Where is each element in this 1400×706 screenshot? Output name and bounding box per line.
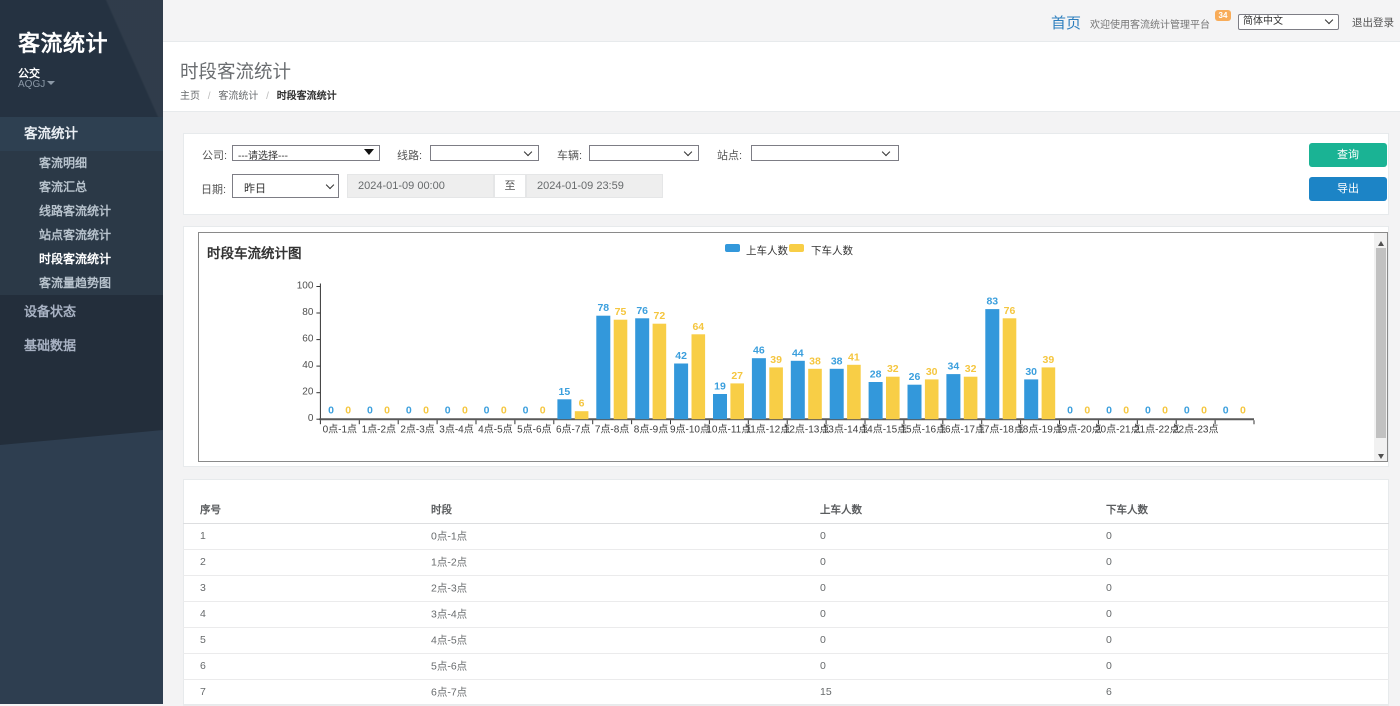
svg-text:42: 42 [675,350,687,362]
svg-text:0: 0 [1184,405,1190,417]
svg-text:76: 76 [636,305,648,317]
svg-text:30: 30 [1025,366,1037,378]
svg-text:9点-10点: 9点-10点 [670,424,710,436]
svg-text:34: 34 [948,361,960,373]
svg-text:0点-1点: 0点-1点 [323,424,357,436]
svg-text:20: 20 [302,387,314,398]
svg-text:83: 83 [986,296,998,308]
svg-text:41: 41 [848,351,860,363]
svg-text:6点-7点: 6点-7点 [556,424,590,436]
svg-text:0: 0 [1123,405,1129,417]
svg-text:39: 39 [1043,354,1055,366]
svg-text:64: 64 [692,321,704,333]
svg-text:32: 32 [887,363,899,375]
svg-text:38: 38 [831,355,843,367]
svg-text:44: 44 [792,347,804,359]
svg-text:0: 0 [1240,405,1246,417]
svg-text:76: 76 [1004,305,1016,317]
svg-text:0: 0 [540,405,546,417]
svg-text:72: 72 [654,310,666,322]
svg-text:28: 28 [870,369,882,381]
svg-text:32: 32 [965,363,977,375]
svg-text:22点-23点: 22点-23点 [1173,424,1219,436]
svg-text:19: 19 [714,381,726,393]
svg-text:1点-2点: 1点-2点 [362,424,396,436]
svg-text:78: 78 [597,302,609,314]
svg-text:8点-9点: 8点-9点 [634,424,668,436]
svg-text:80: 80 [302,307,314,318]
svg-text:4点-5点: 4点-5点 [478,424,512,436]
svg-text:5点-6点: 5点-6点 [517,424,551,436]
svg-text:0: 0 [445,405,451,417]
svg-text:0: 0 [1067,405,1073,417]
svg-text:7点-8点: 7点-8点 [595,424,629,436]
svg-text:0: 0 [1162,405,1168,417]
svg-text:0: 0 [462,405,468,417]
svg-text:30: 30 [926,366,938,378]
svg-text:0: 0 [1145,405,1151,417]
svg-text:46: 46 [753,345,765,357]
svg-text:0: 0 [367,405,373,417]
svg-text:0: 0 [384,405,390,417]
svg-text:100: 100 [297,281,314,292]
svg-text:26: 26 [909,371,921,383]
svg-text:0: 0 [308,413,314,424]
svg-text:6: 6 [579,398,585,410]
svg-text:3点-4点: 3点-4点 [439,424,473,436]
svg-text:75: 75 [615,306,627,318]
svg-text:0: 0 [328,405,334,417]
svg-text:0: 0 [484,405,490,417]
svg-text:0: 0 [406,405,412,417]
svg-text:0: 0 [1106,405,1112,417]
svg-text:60: 60 [302,334,314,345]
svg-text:40: 40 [302,360,314,371]
svg-text:27: 27 [731,370,743,382]
svg-text:0: 0 [523,405,529,417]
svg-text:15: 15 [559,386,571,398]
svg-text:0: 0 [501,405,507,417]
svg-text:0: 0 [1201,405,1207,417]
svg-text:39: 39 [770,354,782,366]
svg-text:0: 0 [423,405,429,417]
svg-text:0: 0 [1223,405,1229,417]
svg-text:38: 38 [809,355,821,367]
svg-text:0: 0 [1084,405,1090,417]
svg-text:2点-3点: 2点-3点 [400,424,434,436]
svg-text:0: 0 [345,405,351,417]
